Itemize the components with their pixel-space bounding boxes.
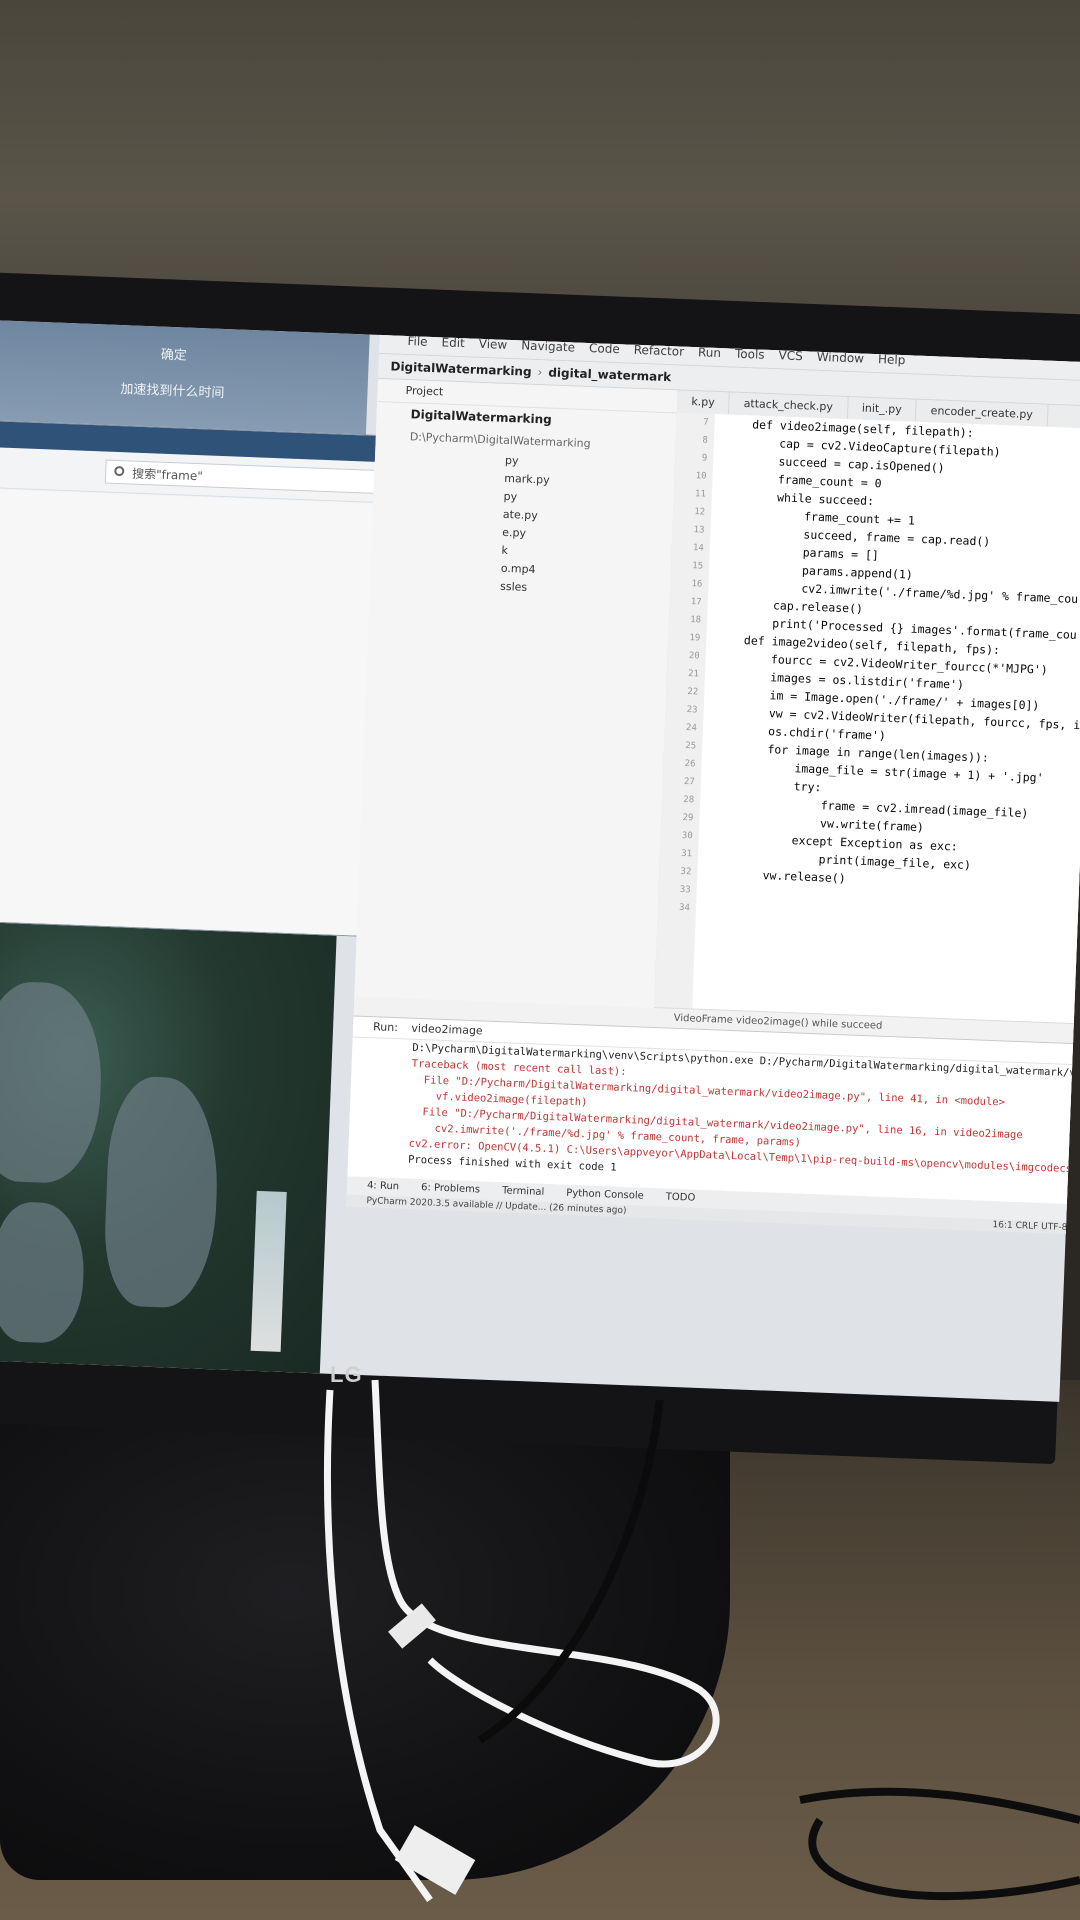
- menu-tools[interactable]: Tools: [735, 347, 765, 362]
- tool-window-tab[interactable]: Terminal: [502, 1182, 545, 1202]
- line-number: 13: [693, 525, 705, 536]
- search-placeholder: 搜索"frame": [131, 466, 204, 484]
- line-number: 8: [702, 435, 709, 446]
- status-right: 16:1 CRLF UTF-8 4: [992, 1220, 1077, 1234]
- project-tree-files: py mark.py py ate.py e.py k o.mp4 ssles: [370, 447, 675, 602]
- line-number: 7: [702, 417, 709, 428]
- line-number: 24: [685, 723, 698, 734]
- line-number: 18: [689, 615, 702, 626]
- usb-cables: [323, 1379, 1080, 1903]
- tool-window-tab[interactable]: 6: Problems: [421, 1179, 481, 1199]
- menu-view[interactable]: View: [479, 337, 508, 352]
- run-config-tab[interactable]: video2image: [411, 1022, 483, 1038]
- desktop-wallpaper-waterfall: [0, 919, 337, 1374]
- line-number: 31: [680, 848, 693, 860]
- run-label: Run:: [372, 1020, 399, 1035]
- run-console-output[interactable]: D:\Pycharm\DigitalWatermarking\venv\Scri…: [348, 1037, 1080, 1193]
- line-number: 17: [690, 597, 702, 608]
- line-number: 34: [678, 902, 691, 914]
- line-number: 15: [692, 561, 704, 572]
- editor-tab[interactable]: k.py: [676, 390, 731, 415]
- line-number: 16: [691, 579, 703, 590]
- line-number: 33: [679, 884, 691, 896]
- line-number: 26: [684, 758, 696, 770]
- menu-help[interactable]: Help: [878, 352, 906, 367]
- line-number: 21: [687, 669, 700, 680]
- line-number: 28: [683, 794, 695, 806]
- menu-file[interactable]: File: [407, 334, 428, 349]
- menu-code[interactable]: Code: [589, 341, 620, 356]
- breadcrumb-project[interactable]: DigitalWatermarking: [390, 359, 532, 378]
- line-number: 29: [682, 812, 694, 824]
- line-number: 27: [683, 776, 695, 788]
- line-number: 19: [689, 633, 701, 644]
- line-number: 11: [694, 489, 707, 500]
- tool-window-tab[interactable]: 4: Run: [367, 1177, 400, 1196]
- menu-run[interactable]: Run: [698, 345, 722, 360]
- menu-edit[interactable]: Edit: [441, 335, 465, 350]
- line-number: 14: [692, 543, 704, 554]
- line-number: 9: [701, 453, 708, 464]
- monitor-screen: 确定 加速找到什么时间 — ☐ ✕ 搜索"frame" ? File Edit …: [0, 320, 1080, 1402]
- line-number: 30: [681, 830, 693, 842]
- line-number: 20: [688, 651, 700, 662]
- waterfall-stream: [250, 1190, 287, 1352]
- menu-vcs[interactable]: VCS: [778, 348, 803, 363]
- breadcrumb-module[interactable]: digital_watermark: [548, 365, 671, 384]
- line-number: 25: [685, 741, 697, 752]
- line-number: 23: [686, 705, 698, 716]
- pycharm-window: File Edit View Navigate Code Refactor Ru…: [346, 326, 1080, 1235]
- line-number: 10: [695, 471, 707, 482]
- line-number: 32: [680, 866, 692, 878]
- project-tool-window: Project DigitalWatermarking D:\Pycharm\D…: [354, 378, 679, 1009]
- tool-window-tab[interactable]: TODO: [665, 1189, 696, 1208]
- line-number: 22: [687, 687, 699, 698]
- search-icon: [114, 465, 125, 477]
- desktop-button-bottom[interactable]: 加速找到什么时间: [0, 370, 358, 414]
- line-number: 12: [694, 507, 706, 518]
- run-tool-window: Run: video2image D:\Pycharm\DigitalWater…: [347, 1015, 1080, 1205]
- editor-tab[interactable]: init_.py: [847, 397, 918, 422]
- code-editor[interactable]: def video2image(self, filepath): cap = c…: [692, 413, 1080, 1025]
